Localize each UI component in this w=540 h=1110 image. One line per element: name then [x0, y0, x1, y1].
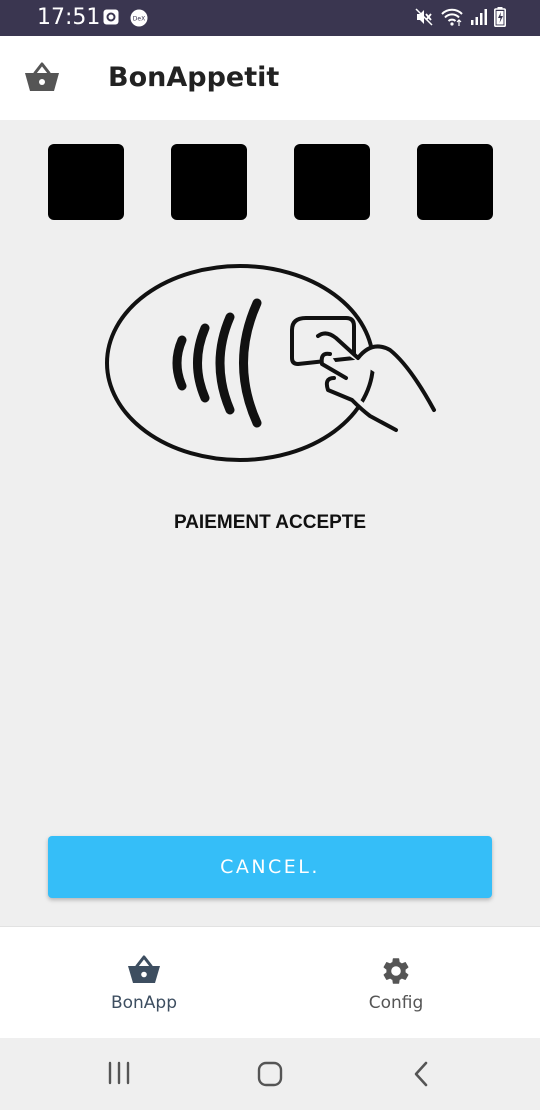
status-right-icons	[414, 7, 506, 27]
nav-label-bonapp: BonApp	[110, 993, 178, 1013]
bottom-nav: BonApp Config	[0, 926, 540, 1038]
pin-box-2	[171, 144, 247, 220]
app-bar: BonAppetit	[0, 36, 540, 120]
recent-apps-icon[interactable]	[106, 1060, 132, 1091]
pin-box-3	[294, 144, 370, 220]
payment-status-message: PAIEMENT ACCEPTE	[173, 512, 367, 533]
nav-item-bonapp[interactable]: BonApp	[9, 927, 279, 1039]
basket-icon	[128, 955, 160, 983]
gear-icon	[383, 958, 409, 984]
home-icon[interactable]	[256, 1060, 284, 1093]
system-nav-bar	[0, 1038, 540, 1110]
wifi-icon	[440, 7, 464, 27]
svg-text:DeX: DeX	[133, 16, 145, 23]
status-bar: 17:51 DeX	[0, 0, 540, 36]
back-icon[interactable]	[410, 1060, 434, 1093]
screenshot-icon	[103, 9, 119, 27]
signal-icon	[470, 8, 488, 26]
pin-box-1	[48, 144, 124, 220]
mute-icon	[414, 7, 434, 27]
battery-charging-icon	[494, 7, 506, 27]
nav-label-config: Config	[368, 993, 424, 1013]
app-title: BonAppetit	[108, 62, 280, 93]
dex-icon: DeX	[130, 9, 148, 27]
cancel-button[interactable]: CANCEL.	[48, 836, 492, 898]
status-time: 17:51	[37, 5, 101, 30]
pin-box-4	[417, 144, 493, 220]
basket-icon[interactable]	[24, 61, 60, 93]
status-left-icons: DeX	[103, 9, 148, 27]
contactless-payment-icon	[100, 260, 440, 466]
nav-item-config[interactable]: Config	[261, 927, 531, 1039]
